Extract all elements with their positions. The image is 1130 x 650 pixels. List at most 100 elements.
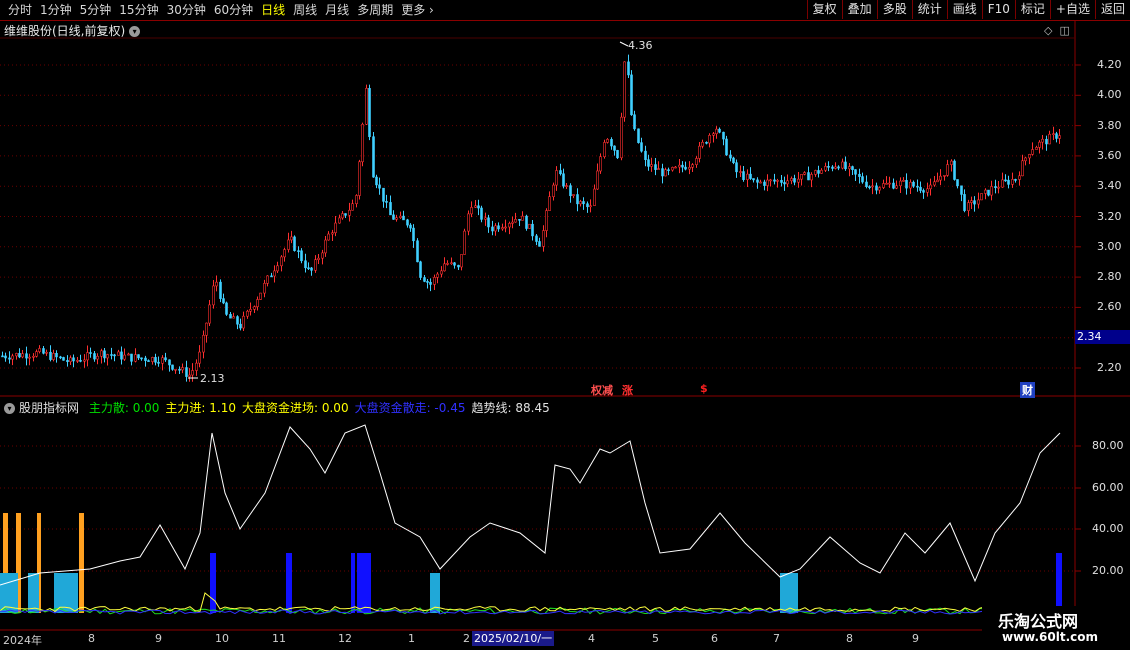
candle-body <box>627 61 630 76</box>
date-label: 8 <box>846 632 853 645</box>
indicator-item-4: 趋势线: 88.45 <box>471 401 550 415</box>
candle-body <box>215 281 218 287</box>
candle-body <box>936 179 939 183</box>
price-tick: 2.20 <box>1097 361 1122 374</box>
chevron-down-icon[interactable]: ▾ <box>4 403 15 414</box>
candle-body <box>589 205 592 208</box>
candle-body <box>1011 179 1014 185</box>
candle-body <box>416 240 419 263</box>
candle-body <box>42 348 45 354</box>
candle-body <box>841 161 844 169</box>
price-tick: 3.60 <box>1097 148 1122 162</box>
indicator-item-2: 大盘资金进场: 0.00 <box>242 401 349 415</box>
date-axis[interactable]: 2025/02/10/一 2024年 8 9 10 11 12 1 2 4 5 6 7 8 9 <box>0 631 1075 650</box>
candle-body <box>538 241 541 247</box>
candle-body <box>763 181 766 186</box>
candle-body <box>973 200 976 205</box>
candle-body <box>266 275 269 284</box>
high-price-value: 4.36 <box>628 39 653 52</box>
candle-body <box>861 176 864 183</box>
candle-body <box>32 355 35 358</box>
candle-body <box>212 285 215 306</box>
candle-body <box>586 203 589 208</box>
indicator-bar <box>79 513 84 613</box>
candle-body <box>688 167 691 170</box>
candle-body <box>127 353 130 356</box>
candle-body <box>358 161 361 196</box>
candle-body <box>406 219 409 226</box>
candle-body <box>559 170 562 175</box>
candle-body <box>270 275 273 278</box>
date-label: 11 <box>272 632 286 645</box>
candle-body <box>283 249 286 258</box>
date-label: 9 <box>912 632 919 645</box>
candle-body <box>1028 154 1031 159</box>
candle-body <box>324 239 327 254</box>
candle-body <box>644 150 647 160</box>
candle-body <box>426 281 429 283</box>
candle-body <box>871 185 874 188</box>
date-label: 2024年 <box>3 634 42 647</box>
candle-body <box>1041 138 1044 143</box>
candle-body <box>450 262 453 265</box>
candle-body <box>123 354 126 360</box>
candle-body <box>769 179 772 182</box>
candle-body <box>18 353 21 358</box>
candle-body <box>786 180 789 185</box>
candle-body <box>395 217 398 220</box>
kline-chart[interactable] <box>0 0 1130 650</box>
candle-body <box>1045 138 1048 145</box>
candle-body <box>681 164 684 168</box>
candle-body <box>242 315 245 329</box>
indicator-bar <box>357 553 371 613</box>
indicator-tick: 80.00 <box>1092 439 1124 452</box>
candle-body <box>1048 133 1051 145</box>
candle-body <box>171 364 174 370</box>
candle-body <box>137 354 140 359</box>
candle-body <box>79 360 82 362</box>
candle-body <box>637 128 640 143</box>
candle-body <box>402 215 405 221</box>
candle-body <box>195 362 198 371</box>
candle-body <box>664 169 667 177</box>
candle-body <box>134 354 137 362</box>
candle-body <box>225 302 228 315</box>
candle-body <box>511 221 514 224</box>
candle-body <box>705 141 708 144</box>
candle-body <box>497 225 500 230</box>
date-label: 7 <box>773 632 780 645</box>
candle-body <box>817 170 820 174</box>
candle-body <box>950 160 953 165</box>
current-price-badge: 2.34 <box>1075 330 1130 344</box>
low-price-label: 2.13 <box>200 372 225 385</box>
candle-body <box>96 355 99 360</box>
candle-body <box>310 267 313 271</box>
candle-body <box>576 194 579 205</box>
candle-body <box>1055 133 1058 139</box>
candle-body <box>307 267 310 270</box>
candle-body <box>793 178 796 183</box>
indicator-title[interactable]: ▾ 股朋指标网 主力散: 0.00 主力进: 1.10 大盘资金进场: 0.00 大盘资… <box>4 399 550 416</box>
candle-body <box>725 138 728 156</box>
indicator-name: 股朋指标网 <box>19 401 80 415</box>
candle-body <box>69 357 72 363</box>
candle-body <box>593 188 596 206</box>
candle-body <box>990 186 993 196</box>
candle-body <box>280 256 283 267</box>
candle-body <box>905 180 908 189</box>
candle-body <box>582 201 585 205</box>
candle-body <box>389 202 392 216</box>
candle-body <box>933 181 936 186</box>
candle-body <box>1038 141 1041 148</box>
candle-body <box>300 250 303 262</box>
date-label: 9 <box>155 632 162 645</box>
candle-body <box>756 179 759 183</box>
candle-body <box>780 180 783 183</box>
candle-body <box>701 141 704 147</box>
candle-body <box>984 189 987 194</box>
candle-body <box>52 352 55 360</box>
candle-body <box>314 259 317 271</box>
candle-body <box>372 136 375 178</box>
price-tick: 3.40 <box>1097 179 1122 193</box>
candle-body <box>545 210 548 231</box>
